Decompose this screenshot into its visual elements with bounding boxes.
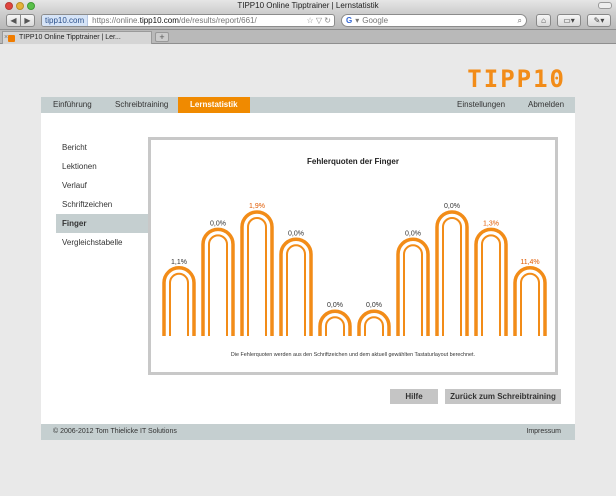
search-dropdown-icon[interactable]: ▾ (355, 15, 359, 26)
content-panel: Bericht Lektionen Verlauf Schriftzeichen… (41, 113, 575, 425)
finger-arch-4 (279, 237, 313, 336)
url-host: tipp10.com (139, 16, 179, 25)
copyright-text: © 2006-2012 Tom Thielicke IT Solutions (53, 428, 177, 435)
finger-value-label-4: 0,0% (288, 230, 304, 237)
finger-arch-9 (474, 227, 508, 336)
finger-arch-inner-6 (364, 316, 384, 336)
tab-bar: × TIPP10 Online Tipptrainer | Ler... + (0, 30, 616, 44)
finger-arch-inner-7 (403, 244, 423, 336)
window-title: TIPP10 Online Tipptrainer | Lernstatisti… (237, 1, 379, 10)
toolbar-toggle-button[interactable] (598, 2, 612, 9)
nav-einfuehrung[interactable]: Einführung (53, 97, 92, 113)
finger-arch-inner-1 (169, 272, 189, 336)
browser-tab[interactable]: × TIPP10 Online Tipptrainer | Ler... (2, 31, 152, 44)
plus-icon: + (159, 32, 165, 42)
settings-menu-button[interactable]: ✎▾ (587, 14, 611, 27)
reload-icon[interactable]: ↻ (324, 16, 331, 25)
sidebar-item-verlauf[interactable]: Verlauf (56, 176, 148, 195)
chevron-right-icon: ▶ (24, 16, 31, 25)
sidebar: Bericht Lektionen Verlauf Schriftzeichen… (56, 138, 148, 252)
url-domain-badge: tipp10.com (42, 15, 89, 26)
zoom-window-button[interactable] (27, 2, 35, 10)
finger-arch-inner-8 (442, 217, 462, 336)
sidebar-item-vergleichstabelle[interactable]: Vergleichstabelle (56, 233, 148, 252)
main-navigation: Einführung Schreibtraining Lernstatistik… (41, 97, 575, 113)
finger-value-label-7: 0,0% (405, 230, 421, 237)
web-page: TIPP10 Einführung Schreibtraining Lernst… (0, 45, 616, 496)
finger-value-label-6: 0,0% (366, 302, 382, 309)
finger-arch-7 (396, 237, 430, 336)
finger-value-label-1: 1,1% (171, 259, 187, 266)
finger-arch-inner-9 (481, 234, 501, 336)
new-tab-button[interactable]: + (155, 32, 169, 42)
help-button[interactable]: Hilfe (390, 389, 438, 404)
back-to-training-button[interactable]: Zurück zum Schreibtraining (445, 389, 561, 404)
finger-arch-5 (318, 309, 352, 336)
finger-arch-8 (435, 210, 469, 336)
tipp10-logo: TIPP10 (467, 65, 566, 93)
chart-title: Fehlerquoten der Finger (307, 157, 399, 166)
dropdown-icon[interactable]: ▽ (316, 16, 322, 25)
nav-lernstatistik[interactable]: Lernstatistik (178, 97, 250, 113)
window-titlebar: TIPP10 Online Tipptrainer | Lernstatisti… (0, 0, 616, 12)
finger-arch-2 (201, 227, 235, 336)
home-button[interactable]: ⌂ (536, 14, 551, 27)
google-icon: G (346, 16, 353, 25)
address-bar[interactable]: tipp10.com https://online. tipp10.com /d… (41, 14, 335, 27)
minimize-window-button[interactable] (16, 2, 24, 10)
nav-schreibtraining[interactable]: Schreibtraining (115, 97, 168, 113)
search-icon[interactable]: ⌕ (518, 15, 526, 26)
search-input[interactable]: G ▾ Google ⌕ (341, 14, 527, 27)
url-scheme: https://online. (92, 16, 140, 25)
bookmark-star-icon[interactable]: ☆ (307, 16, 314, 25)
tipp10-favicon-icon (8, 35, 15, 42)
finger-value-label-10: 11,4% (520, 259, 539, 266)
nav-abmelden[interactable]: Abmelden (528, 97, 564, 113)
finger-arch-inner-5 (325, 316, 345, 336)
browser-toolbar: ◀ ▶ tipp10.com https://online. tipp10.co… (0, 12, 616, 30)
finger-arch-inner-3 (247, 217, 267, 336)
finger-arch-inner-4 (286, 244, 306, 336)
finger-value-label-3: 1,9% (249, 203, 265, 210)
finger-arch-6 (357, 309, 391, 336)
page-menu-button[interactable]: ▭▾ (557, 14, 581, 27)
back-button[interactable]: ◀ (6, 14, 21, 27)
sidebar-item-finger[interactable]: Finger (56, 214, 148, 233)
footer: © 2006-2012 Tom Thielicke IT Solutions I… (41, 424, 575, 440)
chart-note: Die Fehlerquoten werden aus den Schriftz… (231, 352, 475, 358)
finger-value-label-5: 0,0% (327, 302, 343, 309)
finger-chart: Fehlerquoten der Finger 1,1% 0,0% 1,9% 0,0%… (148, 137, 558, 375)
sidebar-item-lektionen[interactable]: Lektionen (56, 157, 148, 176)
finger-value-label-8: 0,0% (444, 203, 460, 210)
finger-chart-svg: Fehlerquoten der Finger 1,1% 0,0% 1,9% 0,0%… (162, 157, 547, 358)
chevron-left-icon: ◀ (10, 16, 17, 25)
url-path: /de/results/report/661/ (178, 16, 257, 25)
finger-value-label-2: 0,0% (210, 220, 226, 227)
tab-title: TIPP10 Online Tipptrainer | Ler... (19, 34, 121, 41)
finger-arch-inner-2 (208, 234, 228, 336)
nav-einstellungen[interactable]: Einstellungen (457, 97, 505, 113)
finger-arch-inner-10 (520, 272, 540, 336)
sidebar-item-bericht[interactable]: Bericht (56, 138, 148, 157)
sidebar-item-schriftzeichen[interactable]: Schriftzeichen (56, 195, 148, 214)
wrench-icon: ✎▾ (593, 16, 605, 25)
forward-button[interactable]: ▶ (20, 14, 35, 27)
home-icon: ⌂ (541, 16, 546, 25)
finger-arch-3 (240, 210, 274, 336)
close-window-button[interactable] (5, 2, 13, 10)
finger-arch-1 (162, 266, 196, 336)
impressum-link[interactable]: Impressum (526, 424, 561, 440)
finger-arch-10 (513, 266, 547, 336)
search-placeholder: Google (362, 16, 389, 25)
page-icon: ▭▾ (563, 16, 575, 25)
finger-value-label-9: 1,3% (483, 220, 499, 227)
